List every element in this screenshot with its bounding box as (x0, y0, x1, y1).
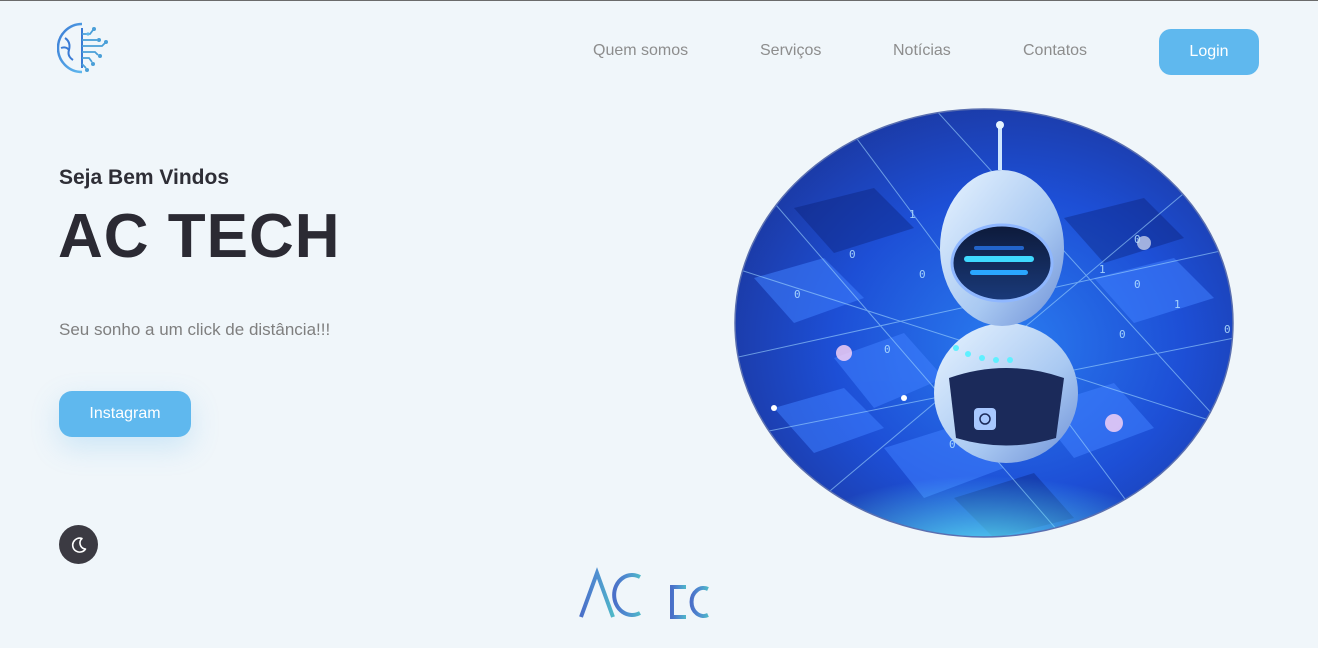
nav-contatos[interactable]: Contatos (1023, 42, 1087, 60)
page: Quem somos Serviços Notícias Contatos Lo… (0, 0, 1318, 648)
svg-text:0: 0 (794, 288, 801, 301)
svg-text:0: 0 (1119, 328, 1126, 341)
theme-toggle-button[interactable] (59, 525, 98, 564)
page-title: AC TECH (58, 202, 341, 271)
nav-quem-somos[interactable]: Quem somos (593, 42, 688, 60)
svg-text:0: 0 (1134, 233, 1141, 246)
robot-circuit-illustration: 0 1 0 0 0 1 0 0 0 1 0 1 0 (734, 108, 1234, 538)
moon-icon (71, 536, 86, 553)
svg-text:1: 1 (1099, 263, 1106, 276)
nav-servicos[interactable]: Serviços (760, 42, 821, 60)
svg-text:0: 0 (1224, 323, 1231, 336)
svg-text:0: 0 (919, 268, 926, 281)
svg-text:1: 1 (1174, 298, 1181, 311)
hero-tagline: Seu sonho a um click de distância!!! (59, 320, 331, 339)
circuit-globe-icon[interactable] (56, 20, 111, 76)
svg-text:0: 0 (849, 248, 856, 261)
actech-brand-logo (578, 567, 742, 621)
svg-text:0: 0 (1134, 278, 1141, 291)
hero-subtitle: Seja Bem Vindos (59, 166, 230, 189)
nav-noticias[interactable]: Notícias (893, 42, 951, 60)
login-button[interactable]: Login (1159, 29, 1259, 75)
svg-text:1: 1 (909, 208, 916, 221)
instagram-button[interactable]: Instagram (59, 391, 191, 437)
svg-text:0: 0 (884, 343, 891, 356)
